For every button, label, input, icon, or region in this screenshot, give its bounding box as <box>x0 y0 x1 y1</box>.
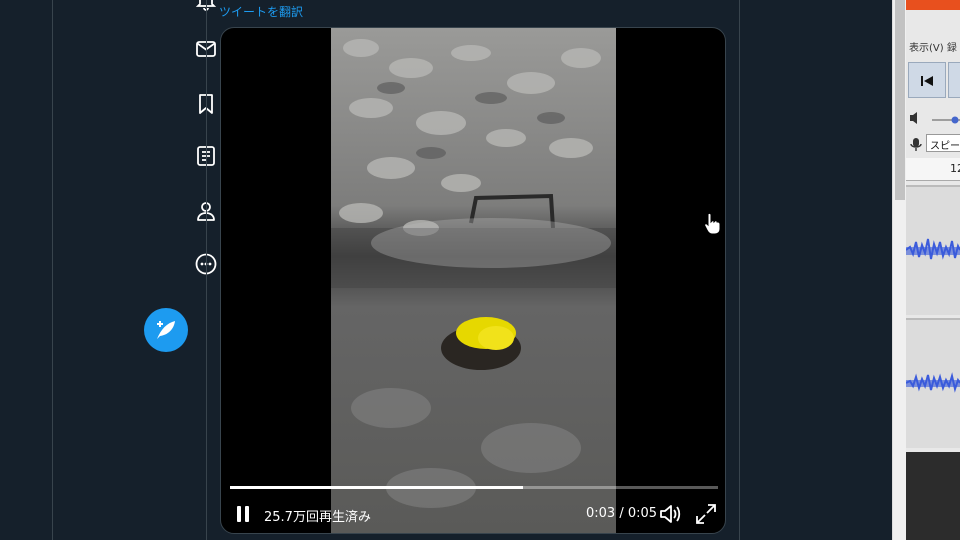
pause-icon <box>237 506 241 522</box>
view-count: 25.7万回再生済み <box>264 510 371 525</box>
compose-icon <box>157 321 175 339</box>
waveform-1 <box>906 238 960 260</box>
audio-play-button[interactable] <box>948 62 960 98</box>
skip-start-icon <box>921 76 933 86</box>
right-sidebar <box>740 0 892 540</box>
ruler-label: 12 <box>950 162 960 175</box>
hand-cursor-icon <box>704 212 721 235</box>
fullscreen-button[interactable] <box>694 502 718 526</box>
left-gutter <box>0 0 53 540</box>
output-volume-slider[interactable] <box>908 110 960 126</box>
video-player[interactable]: 25.7万回再生済み 0:03 / 0:05 <box>220 27 726 534</box>
audio-editor-menu[interactable]: 表示(V) 録 <box>909 39 957 54</box>
audio-track-2[interactable] <box>906 318 960 448</box>
video-progress-bar[interactable] <box>230 486 718 489</box>
output-device-select[interactable]: スピーカ <box>926 134 960 152</box>
waveform-2 <box>906 372 960 393</box>
timeline-ruler[interactable]: 12 <box>906 158 960 181</box>
audio-editor-titlebar <box>906 0 960 10</box>
translate-tweet-link[interactable]: ツイートを翻訳 <box>219 3 303 20</box>
browser-scrollbar[interactable] <box>892 0 906 540</box>
time-display: 0:03 / 0:05 <box>586 506 658 521</box>
audio-editor-window[interactable]: 表示(V) 録 スピーカ 12 <box>906 0 960 540</box>
scrollbar-thumb[interactable] <box>895 0 905 200</box>
fullscreen-icon <box>696 504 716 524</box>
volume-button[interactable] <box>658 502 682 526</box>
video-progress-fill <box>230 486 523 489</box>
audio-track-1[interactable] <box>906 185 960 315</box>
volume-icon <box>660 505 681 523</box>
microphone-icon <box>910 138 922 151</box>
video-frame[interactable] <box>331 28 616 533</box>
compose-tweet-button[interactable] <box>144 308 188 352</box>
empty-track-area[interactable] <box>906 452 960 540</box>
skip-to-start-button[interactable] <box>908 62 946 98</box>
pause-button[interactable] <box>234 504 252 524</box>
side-nav <box>52 0 217 540</box>
